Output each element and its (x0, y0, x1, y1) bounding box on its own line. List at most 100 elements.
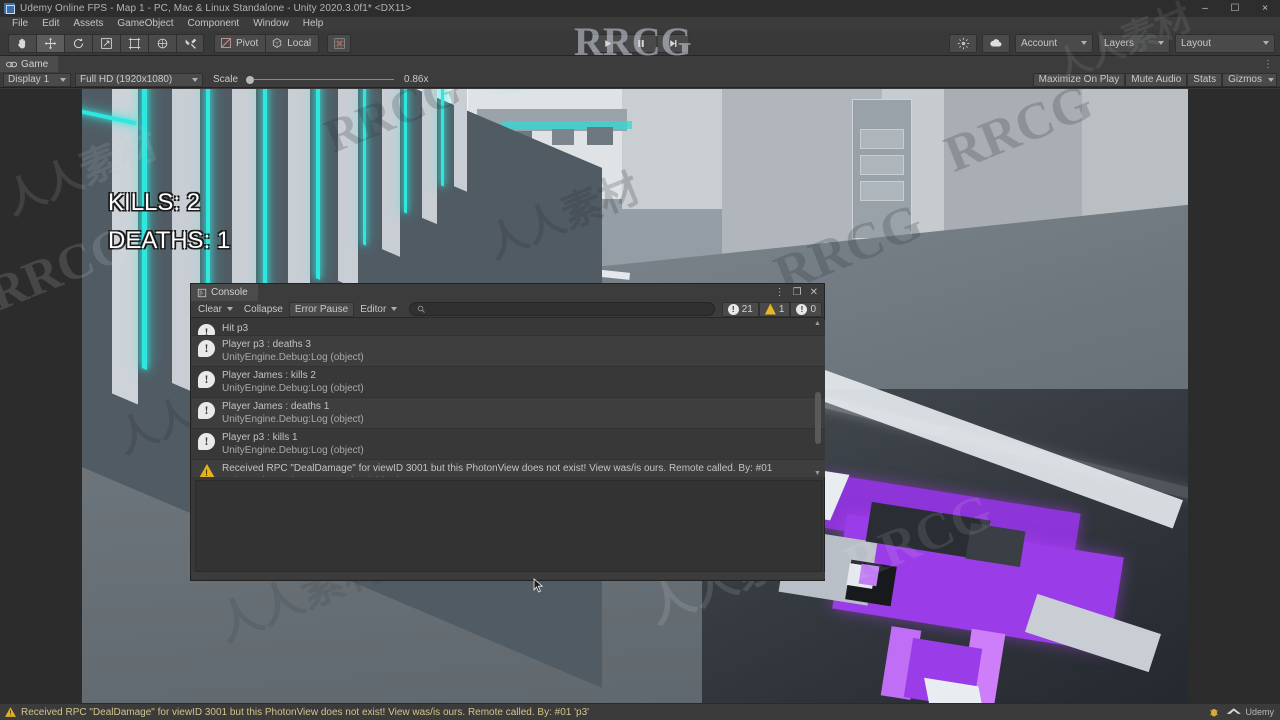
log-text: Player p3 : kills 1 UnityEngine.Debug:Lo… (222, 431, 364, 457)
console-counts: ! 21 1 ! 0 (721, 301, 822, 317)
console-menu-button[interactable]: ⋮ (775, 287, 785, 298)
display-dropdown[interactable]: Display 1 (3, 72, 71, 87)
console-error-count[interactable]: ! 21 (721, 301, 759, 317)
log-text: Player James : deaths 1 UnityEngine.Debu… (222, 400, 364, 426)
menu-help[interactable]: Help (296, 17, 331, 31)
scale-slider[interactable] (246, 75, 395, 84)
scale-tool-button[interactable] (92, 33, 120, 53)
log-line-2: UnityEngine.Debug:LogWarning (object) (222, 475, 772, 477)
play-icon (604, 39, 611, 47)
menu-window[interactable]: Window (246, 17, 296, 31)
scale-slider-track[interactable] (254, 79, 395, 80)
scene-fin-7 (454, 89, 467, 192)
log-entry[interactable]: Received RPC "DealDamage" for viewID 300… (192, 460, 825, 477)
close-button[interactable]: × (1250, 0, 1280, 17)
game-tab-icon (6, 61, 17, 67)
toolbar-right-group: Account Layers Layout (949, 33, 1280, 53)
console-error-pause-toggle[interactable]: Error Pause (288, 301, 355, 317)
tab-game[interactable]: Game (0, 56, 59, 72)
transform-tool-button[interactable] (148, 33, 176, 53)
pause-button[interactable] (623, 33, 657, 53)
cloud-button[interactable] (982, 33, 1010, 53)
udemy-label: Udemy (1245, 707, 1274, 717)
collab-button[interactable] (949, 33, 977, 53)
scene-door-panel-1 (860, 129, 904, 149)
console-scroll-thumb[interactable] (815, 392, 821, 444)
menu-assets[interactable]: Assets (66, 17, 110, 31)
scroll-up-icon[interactable]: ▲ (813, 320, 822, 327)
move-tool-button[interactable] (36, 33, 64, 53)
log-entry[interactable]: ! Player p3 : deaths 3 UnityEngine.Debug… (192, 336, 825, 367)
search-icon (418, 305, 426, 313)
maximize-on-play-toggle[interactable]: Maximize On Play (1032, 72, 1126, 87)
display-label: Display 1 (8, 74, 50, 85)
scene-neon-4 (363, 89, 366, 246)
transform-tools-group (8, 33, 204, 53)
console-maximize-button[interactable]: ❐ (793, 287, 802, 298)
log-line-1: Received RPC "DealDamage" for viewID 300… (222, 463, 773, 474)
stats-toggle[interactable]: Stats (1187, 72, 1223, 87)
console-close-button[interactable]: ✕ (810, 287, 818, 298)
rect-tool-button[interactable] (120, 33, 148, 53)
log-entry[interactable]: ! Hit p3 UnityEngine.Debug:Log (object) (192, 320, 825, 336)
console-search-input[interactable] (409, 302, 715, 316)
pivot-toggle-button[interactable]: Pivot (214, 33, 266, 53)
menu-gameobject[interactable]: GameObject (110, 17, 180, 31)
chevron-down-icon (1263, 41, 1269, 45)
step-button[interactable] (656, 33, 690, 53)
scale-slider-knob[interactable] (246, 75, 255, 84)
hand-icon (18, 38, 26, 48)
local-label: Local (287, 37, 312, 49)
mute-audio-toggle[interactable]: Mute Audio (1125, 72, 1188, 87)
rotate-tool-button[interactable] (64, 33, 92, 53)
layers-dropdown[interactable]: Layers (1098, 33, 1170, 53)
account-dropdown[interactable]: Account (1015, 33, 1093, 53)
console-clear-button[interactable]: Clear (193, 302, 238, 317)
log-entry[interactable]: ! Player p3 : kills 1 UnityEngine.Debug:… (192, 429, 825, 460)
grid-snap-icon (333, 37, 345, 49)
minimize-button[interactable]: – (1190, 0, 1220, 17)
menu-edit[interactable]: Edit (35, 17, 66, 31)
console-editor-label: Editor (360, 303, 387, 315)
scene-fin-6 (422, 89, 437, 225)
play-button[interactable] (590, 33, 624, 53)
console-collapse-toggle[interactable]: Collapse (239, 302, 288, 317)
scene-neon-3 (316, 89, 320, 280)
info-icon: ! (796, 303, 808, 315)
console-log-list[interactable]: ! Hit p3 UnityEngine.Debug:Log (object) … (192, 320, 825, 477)
console-window[interactable]: Console ⋮ ❐ ✕ Clear Collapse Error Pause… (190, 283, 825, 581)
menu-component[interactable]: Component (181, 17, 247, 31)
resolution-dropdown[interactable]: Full HD (1920x1080) (75, 72, 203, 87)
scroll-down-icon[interactable]: ▼ (813, 470, 822, 477)
console-detail-panel[interactable] (195, 480, 822, 572)
log-line-1: Hit p3 (222, 323, 249, 334)
log-error-icon: ! (198, 433, 218, 453)
window-controls: – ☐ × (1190, 0, 1280, 17)
game-viewport[interactable]: RRCG 人人素材 RRCG RRCG 人人素材 RRCG RRCG 人人素材 … (0, 89, 1280, 703)
grid-snap-button[interactable] (327, 33, 352, 53)
console-editor-dropdown[interactable]: Editor (355, 302, 402, 317)
chevron-down-icon (1081, 41, 1087, 45)
log-entry[interactable]: ! Player James : deaths 1 UnityEngine.De… (192, 398, 825, 429)
tab-game-label: Game (21, 58, 49, 70)
console-scrollbar[interactable]: ▲ ▼ (813, 320, 822, 477)
console-error-count-value: 21 (741, 303, 753, 315)
layout-dropdown[interactable]: Layout (1175, 33, 1275, 53)
console-window-buttons: ⋮ ❐ ✕ (775, 287, 824, 298)
menu-file[interactable]: File (5, 17, 35, 31)
resolution-label: Full HD (1920x1080) (80, 74, 173, 85)
console-warning-count[interactable]: 1 (758, 301, 791, 317)
console-bottom-bar (192, 572, 825, 579)
console-info-count[interactable]: ! 0 (790, 301, 822, 317)
status-bug-icon[interactable] (1208, 706, 1220, 718)
scale-label: Scale (213, 74, 239, 85)
log-entry[interactable]: ! Player James : kills 2 UnityEngine.Deb… (192, 367, 825, 398)
maximize-button[interactable]: ☐ (1220, 0, 1250, 17)
local-toggle-button[interactable]: Local (265, 33, 320, 53)
hand-tool-button[interactable] (8, 33, 36, 53)
custom-tool-button[interactable] (176, 33, 204, 53)
gameview-tab-menu[interactable]: ⋮ (1263, 59, 1274, 70)
log-text: Player James : kills 2 UnityEngine.Debug… (222, 369, 364, 395)
tab-console[interactable]: Console (191, 284, 258, 301)
gizmos-dropdown[interactable]: Gizmos (1222, 72, 1277, 87)
